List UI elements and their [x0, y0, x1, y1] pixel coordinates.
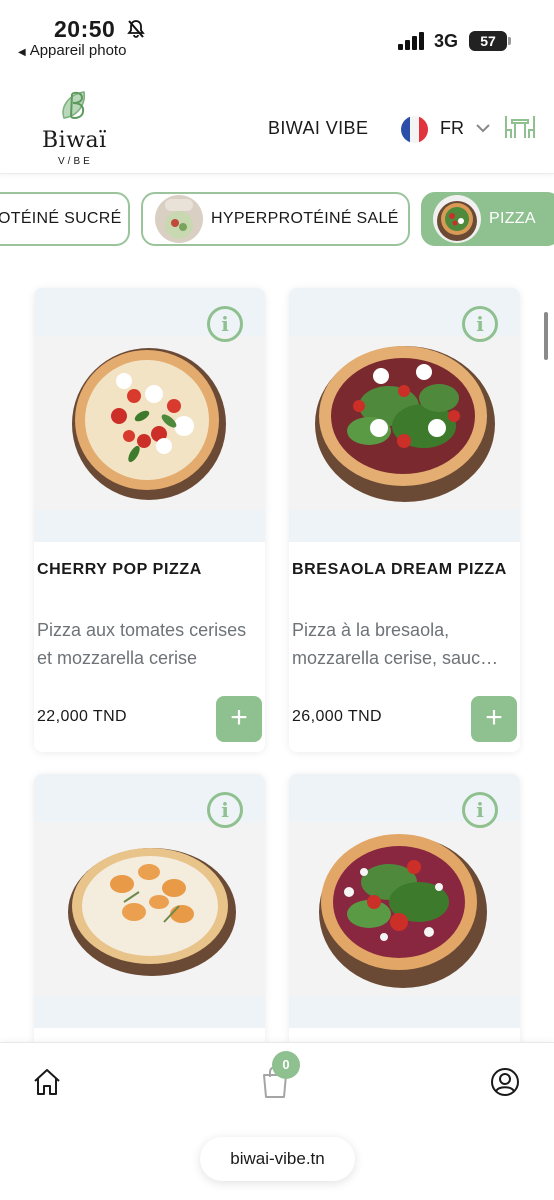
info-icon[interactable]: i [207, 792, 243, 828]
status-time: 20:50 [54, 16, 116, 42]
status-bar: 20:50 ◀ Appareil photo 3G 57 [0, 0, 554, 70]
product-price: 22,000 TND [37, 708, 127, 725]
bottom-navigation: 0 biwai-vibe.tn [0, 1042, 554, 1200]
brand-title[interactable]: BIWAI VIBE [268, 118, 368, 139]
signal-icon [398, 32, 424, 50]
scrollbar[interactable] [544, 312, 548, 360]
product-photo[interactable] [34, 336, 265, 510]
product-price: 26,000 TND [292, 708, 382, 725]
cart-count-badge: 0 [272, 1051, 300, 1079]
logo-name: Biwaï [42, 128, 107, 153]
product-card[interactable]: i [289, 774, 520, 1074]
product-card[interactable]: i [34, 774, 265, 1074]
category-label: OTÉINÉ SUCRÉ [0, 210, 122, 227]
flag-france-icon[interactable] [401, 116, 428, 143]
back-triangle-icon: ◀ [18, 47, 26, 58]
category-label: HYPERPROTÉINÉ SALÉ [211, 210, 399, 227]
product-card[interactable]: i BRESAOLA DREAM PIZZA Pizza à la bresao… [289, 288, 520, 752]
user-icon[interactable] [490, 1067, 520, 1097]
product-photo[interactable] [289, 336, 520, 510]
home-icon[interactable] [32, 1067, 62, 1097]
network-type: 3G [434, 31, 459, 51]
product-image-area: i [289, 288, 520, 542]
back-to-app-link[interactable]: ◀ Appareil photo [18, 42, 126, 59]
product-photo[interactable] [34, 822, 265, 996]
info-icon[interactable]: i [462, 306, 498, 342]
product-photo[interactable] [289, 822, 520, 996]
battery-indicator: 57 [469, 31, 511, 51]
category-thumbnail [433, 195, 481, 243]
category-label: PIZZA [489, 210, 536, 227]
product-description: Pizza aux tomates cerises et mozzarella … [37, 620, 247, 668]
product-name: BRESAOLA DREAM PIZZA [292, 561, 507, 578]
category-tab-proteine-sucre[interactable]: OTÉINÉ SUCRÉ [0, 192, 130, 246]
category-tab-pizza[interactable]: PIZZA [421, 192, 554, 246]
product-image-area: i [34, 288, 265, 542]
category-thumbnail [155, 195, 203, 243]
table-chairs-icon[interactable] [504, 114, 536, 142]
chevron-down-icon[interactable] [474, 120, 492, 136]
product-card[interactable]: i CHERRY POP PIZZA Pizza aux tomates cer… [34, 288, 265, 752]
brand-logo[interactable]: Biwaï V/BE [40, 88, 112, 168]
product-description: Pizza à la bresaola, mozzarella cerise, … [292, 620, 491, 668]
product-name: CHERRY POP PIZZA [37, 561, 202, 578]
product-image-area: i [289, 774, 520, 1028]
browser-url-pill[interactable]: biwai-vibe.tn [200, 1137, 355, 1181]
logo-leaf-icon [62, 91, 86, 119]
back-app-label: Appareil photo [29, 42, 127, 59]
info-icon[interactable]: i [462, 792, 498, 828]
site-header: Biwaï V/BE BIWAI VIBE FR [0, 80, 554, 174]
add-to-cart-button[interactable]: + [216, 696, 262, 742]
product-image-area: i [34, 774, 265, 1028]
bell-slash-icon [127, 20, 145, 38]
category-tabs: OTÉINÉ SUCRÉ HYPERPROTÉINÉ SALÉ PIZZA [0, 192, 554, 248]
add-to-cart-button[interactable]: + [471, 696, 517, 742]
language-selector[interactable]: FR [440, 118, 464, 139]
info-icon[interactable]: i [207, 306, 243, 342]
logo-subtitle: V/BE [58, 156, 93, 167]
category-tab-hyperproteine-sale[interactable]: HYPERPROTÉINÉ SALÉ [141, 192, 410, 246]
